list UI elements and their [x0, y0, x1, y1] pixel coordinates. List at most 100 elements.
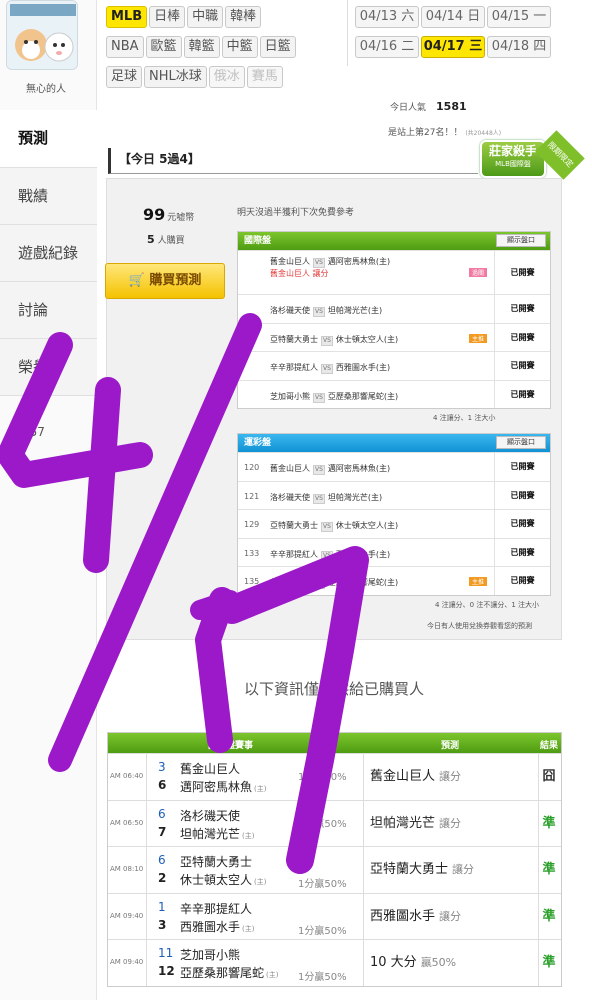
vs-icon: VS	[313, 307, 325, 317]
result-row: AM 09:40 1 3 辛辛那提紅人 西雅圖水手 (主) 1分贏50% 西雅圖水手 讓分準	[108, 892, 561, 939]
game-number: 135	[244, 577, 260, 587]
league-button[interactable]: 日籃	[259, 36, 296, 58]
league-button[interactable]: 中職	[187, 6, 224, 28]
league-button[interactable]: 日棒	[149, 6, 186, 28]
away-team: 辛辛那提紅人	[180, 901, 253, 916]
home-score: 6	[158, 778, 167, 792]
date-button[interactable]: 04/18 四	[487, 36, 551, 58]
outcome: 準	[542, 862, 556, 877]
home-team: 邁阿密馬林魚(主)	[180, 778, 266, 795]
intl-table-row: 舊金山巨人 VS 邁阿密馬林魚(主) 舊金山巨人 讓分 過關 已開賽	[238, 250, 550, 294]
rank-text: 是站上第27名！！ (共20448人)	[388, 128, 502, 138]
vs-icon: VS	[313, 258, 325, 268]
date-button[interactable]: 04/15 一	[487, 6, 551, 28]
league-button[interactable]: 韓棒	[225, 6, 262, 28]
divider	[347, 0, 348, 66]
match-status: 已開賽	[494, 567, 550, 595]
avatar-illustration	[7, 1, 77, 69]
vs-icon: VS	[313, 579, 325, 590]
prediction-pick: 舊金山巨人	[370, 769, 436, 784]
show-odds-button[interactable]: 顯示盤口	[496, 234, 546, 247]
prediction-type: 讓分	[439, 770, 462, 783]
left-sidebar: 無心的人 預測 戰績 遊戲紀錄 討論 榮譽 557	[0, 0, 97, 1000]
away-team: 洛杉磯天使	[180, 808, 241, 823]
match-teams: 芝加哥小熊 VS 亞歷桑那響尾蛇(主)	[270, 577, 398, 590]
home-team: 西雅圖水手(主)	[180, 918, 254, 935]
date-button[interactable]: 04/17 三	[421, 36, 485, 58]
pick-tag: 過關	[469, 268, 488, 277]
match-teams: 辛辛那提紅人 VS 西雅圖水手(主)	[270, 549, 390, 561]
prediction: 10 大分 贏50%	[363, 940, 539, 986]
vs-icon: VS	[321, 364, 333, 375]
league-button[interactable]: 賽馬	[246, 66, 283, 88]
vs-icon: VS	[313, 493, 325, 504]
league-button[interactable]: 歐籃	[145, 36, 182, 58]
host-label: (主)	[266, 971, 279, 979]
sidebar-item-game-history[interactable]: 遊戲紀錄	[0, 225, 97, 282]
lottery-table: 運彩盤 顯示盤口 120 舊金山巨人 VS 邁阿密馬林魚(主) 已開賽 121 洛杉磯天使 V…	[237, 433, 551, 596]
lottery-table-header: 運彩盤 顯示盤口	[238, 434, 550, 452]
vs-icon: VS	[321, 522, 333, 533]
away-team: 亞特蘭大勇士	[270, 334, 318, 344]
away-team: 辛辛那提紅人	[270, 549, 318, 559]
avatar[interactable]	[6, 0, 78, 70]
popularity: 今日人氣 1581	[390, 100, 467, 113]
pick-tag: 主推	[469, 577, 488, 587]
match-status: 已開賽	[494, 251, 550, 294]
game-time: AM 06:40	[110, 772, 144, 780]
match-status: 已開賽	[494, 380, 550, 409]
date-button[interactable]: 04/16 二	[355, 36, 419, 58]
sidebar-item-predict[interactable]: 預測	[0, 110, 97, 168]
sidebar-item-honor[interactable]: 榮譽	[0, 339, 97, 396]
match-teams: 舊金山巨人 VS 邁阿密馬林魚(主) 舊金山巨人 讓分	[270, 256, 390, 279]
result-row: AM 06:40 3 6 舊金山巨人 邁阿密馬林魚 (主) 1分贏50% 舊金山巨人 讓分囧	[108, 753, 561, 800]
away-team: 芝加哥小熊	[270, 578, 310, 588]
show-odds-button[interactable]: 顯示盤口	[496, 436, 546, 449]
league-button[interactable]: NBA	[106, 36, 144, 58]
prediction-pick: 西雅圖水手	[370, 908, 436, 924]
sidebar-item-record[interactable]: 戰績	[0, 168, 97, 225]
price: 99 元嘘幣	[143, 205, 195, 224]
buyer-count: 5 人購買	[147, 233, 185, 246]
away-score: 3	[158, 760, 166, 774]
league-button[interactable]: 韓籃	[183, 36, 220, 58]
host-label: (主)	[254, 785, 267, 793]
prediction-type: 贏50%	[420, 956, 457, 969]
vs-icon: VS	[321, 550, 333, 561]
league-button[interactable]: 中籃	[221, 36, 258, 58]
game-time: AM 09:40	[110, 958, 144, 966]
buy-prediction-button[interactable]: 🛒 購買預測	[105, 263, 225, 299]
prediction-panel: 99 元嘘幣 5 人購買 🛒 購買預測 明天沒過半獲利下次免費參考 國際盤 顯示盤口…	[105, 178, 562, 640]
match-teams: 洛杉磯天使 VS 坦帕灣光芒(主)	[270, 305, 382, 317]
sidebar-item-discussion[interactable]: 討論	[0, 282, 97, 339]
home-score: 3	[158, 917, 167, 932]
away-team: 舊金山巨人	[270, 257, 310, 266]
league-button[interactable]: 足球	[106, 66, 143, 88]
home-team: 邁阿密馬林魚(主)	[327, 464, 391, 473]
host-label: (主)	[242, 924, 255, 933]
home-score: 12	[158, 964, 175, 978]
prediction-type: 讓分	[439, 816, 462, 830]
match-teams: 洛杉磯天使 VS 坦帕灣光芒(主)	[270, 492, 382, 504]
date-button[interactable]: 04/14 日	[421, 6, 485, 28]
game-time: AM 06:50	[110, 818, 144, 827]
host-label: (主)	[242, 831, 255, 840]
outcome: 準	[542, 955, 556, 970]
match-status: 已開賽	[494, 323, 550, 352]
league-button[interactable]: NHL冰球	[144, 66, 207, 88]
away-team: 洛杉磯天使	[270, 306, 310, 315]
match-teams: 芝加哥小熊 VS 亞歷桑那響尾蛇(主)	[270, 391, 398, 403]
prediction: 亞特蘭大勇士 讓分	[363, 847, 539, 893]
intl-table: 國際盤 顯示盤口 舊金山巨人 VS 邁阿密馬林魚(主) 舊金山巨人 讓分 過關 已開賽 洛杉…	[237, 231, 551, 410]
date-button[interactable]: 04/13 六	[355, 6, 419, 28]
home-score: 2	[158, 871, 167, 885]
handicap-line: 1分贏50%	[298, 972, 347, 983]
results-table: 國際盤賽事 預測 結果 AM 06:40 3 6 舊金山巨人 邁阿密馬林魚 (主) 1分贏5…	[107, 732, 562, 987]
vs-icon: VS	[313, 465, 325, 475]
home-team: 邁阿密馬林魚(主)	[327, 257, 391, 266]
game-number: 120	[244, 463, 260, 472]
league-button[interactable]: MLB	[106, 6, 148, 28]
league-button[interactable]: 俄冰	[208, 66, 245, 88]
outcome: 準	[542, 815, 556, 831]
host-label: (主)	[254, 878, 267, 886]
